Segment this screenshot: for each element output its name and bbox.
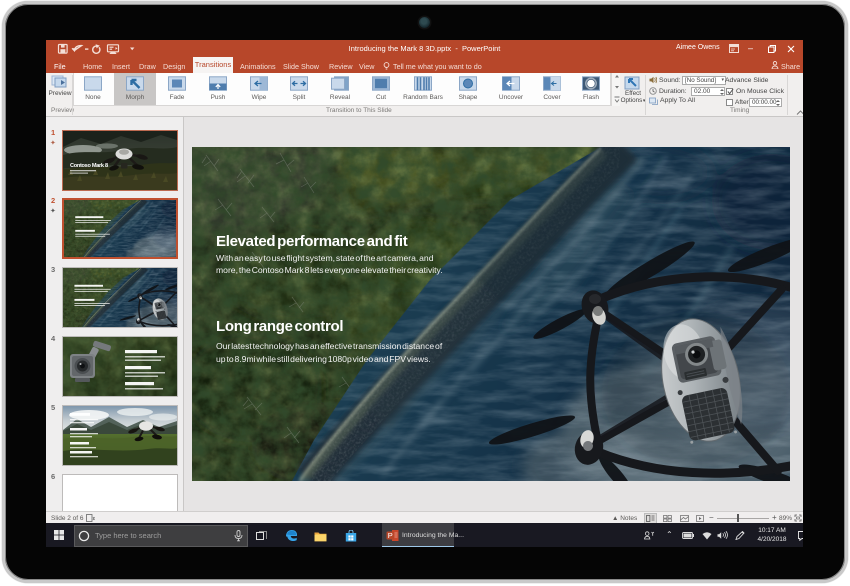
svg-text:P: P (388, 531, 393, 540)
svg-text:Contoso Mark 8: Contoso Mark 8 (70, 163, 108, 169)
